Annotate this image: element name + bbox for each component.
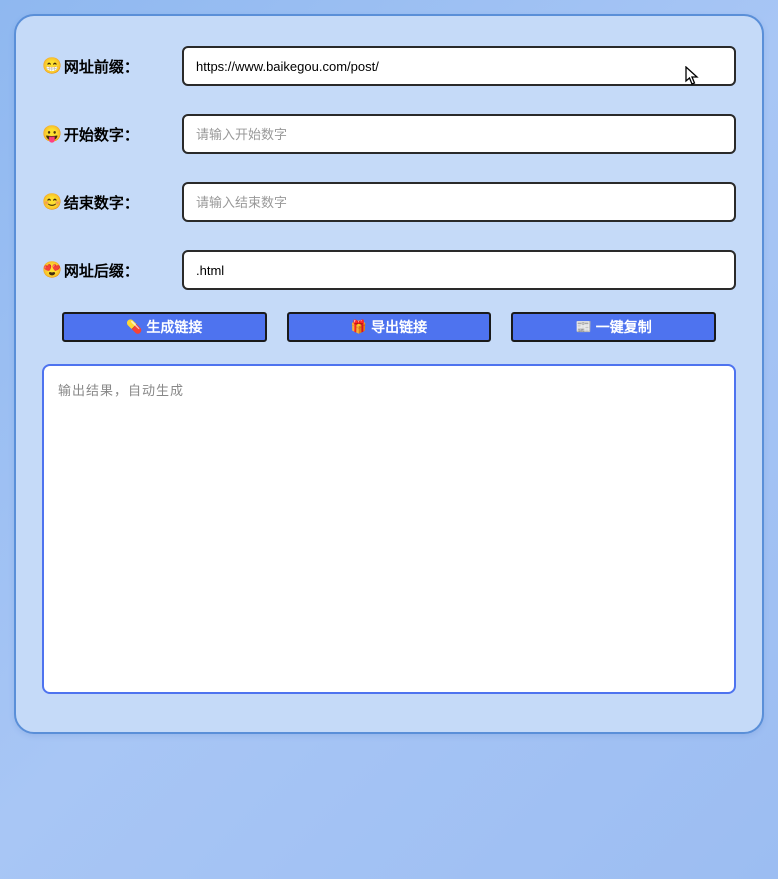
prefix-input[interactable]: [182, 46, 736, 86]
start-label: 开始数字：: [64, 124, 139, 145]
suffix-row: 😍 网址后缀：: [42, 250, 736, 290]
newspaper-icon: 📰: [576, 319, 592, 335]
main-panel: 😁 网址前缀： 😛 开始数字： 😊 结束数字： 😍 网址后缀： 💊 生成链接: [14, 14, 764, 734]
gift-icon: 🎁: [351, 319, 367, 335]
grin-icon: 😁: [42, 56, 62, 76]
heart-eyes-icon: 😍: [42, 260, 62, 280]
end-label: 结束数字：: [64, 192, 139, 213]
copy-button[interactable]: 📰 一键复制: [511, 312, 716, 342]
tongue-icon: 😛: [42, 124, 62, 144]
start-label-group: 😛 开始数字：: [42, 124, 182, 145]
end-row: 😊 结束数字：: [42, 182, 736, 222]
end-label-group: 😊 结束数字：: [42, 192, 182, 213]
suffix-input[interactable]: [182, 250, 736, 290]
export-button-label: 导出链接: [371, 317, 427, 337]
prefix-row: 😁 网址前缀：: [42, 46, 736, 86]
copy-button-label: 一键复制: [596, 317, 652, 337]
pill-icon: 💊: [126, 319, 142, 335]
prefix-label: 网址前缀：: [64, 56, 139, 77]
suffix-label-group: 😍 网址后缀：: [42, 260, 182, 281]
output-textarea[interactable]: [42, 364, 736, 694]
start-row: 😛 开始数字：: [42, 114, 736, 154]
generate-button[interactable]: 💊 生成链接: [62, 312, 267, 342]
suffix-label: 网址后缀：: [64, 260, 139, 281]
export-button[interactable]: 🎁 导出链接: [287, 312, 492, 342]
prefix-label-group: 😁 网址前缀：: [42, 56, 182, 77]
smile-icon: 😊: [42, 192, 62, 212]
button-row: 💊 生成链接 🎁 导出链接 📰 一键复制: [42, 312, 736, 342]
generate-button-label: 生成链接: [146, 317, 202, 337]
start-input[interactable]: [182, 114, 736, 154]
end-input[interactable]: [182, 182, 736, 222]
